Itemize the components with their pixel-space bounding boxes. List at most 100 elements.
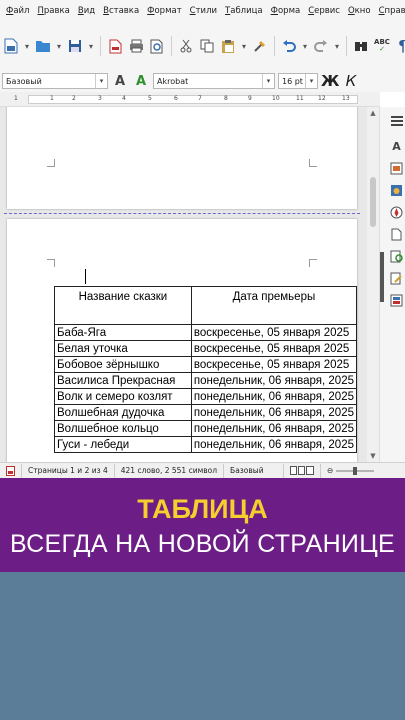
document-canvas[interactable]: Название сказки Дата премьеры Баба-Яга в… <box>0 107 367 462</box>
chevron-down-icon[interactable]: ▾ <box>23 37 31 55</box>
page-icon[interactable] <box>389 227 404 242</box>
gallery-icon[interactable] <box>389 183 404 198</box>
paste-icon[interactable] <box>219 37 237 55</box>
chevron-down-icon[interactable]: ▾ <box>333 37 341 55</box>
save-icon[interactable] <box>66 37 84 55</box>
cut-icon[interactable] <box>177 37 195 55</box>
menu-table[interactable]: Таблица <box>221 6 267 16</box>
properties-icon[interactable]: A <box>389 139 404 154</box>
print-icon[interactable] <box>127 37 145 55</box>
table-cell[interactable]: воскресенье, 05 января 2025 <box>190 340 358 357</box>
zoom-out-icon[interactable]: ⊖ <box>327 466 333 475</box>
menu-help[interactable]: Справка <box>375 6 405 16</box>
copy-icon[interactable] <box>198 37 216 55</box>
scroll-up-icon[interactable]: ▲ <box>367 109 379 117</box>
table-cell[interactable]: понедельник, 06 января, 2025 <box>190 404 358 421</box>
banner-title: ТАБЛИЦА <box>137 494 268 524</box>
navigator-icon[interactable] <box>389 205 404 220</box>
caption-banner: ТАБЛИЦА ВСЕГДА НА НОВОЙ СТРАНИЦЕ <box>0 478 405 572</box>
menu-window[interactable]: Окно <box>344 6 375 16</box>
export-pdf-icon[interactable] <box>106 37 124 55</box>
paragraph-style-select[interactable]: Базовый ▾ <box>2 73 108 89</box>
fairy-tale-table[interactable]: Название сказки Дата премьеры Баба-Яга в… <box>54 286 358 453</box>
find-replace-icon[interactable] <box>352 37 370 55</box>
new-document-icon[interactable] <box>2 37 20 55</box>
ruler-number: 3 <box>98 95 102 102</box>
chevron-down-icon[interactable]: ▾ <box>262 74 274 88</box>
table-row: Василиса Прекрасная понедельник, 06 янва… <box>54 372 358 389</box>
redo-icon[interactable] <box>312 37 330 55</box>
print-preview-icon[interactable] <box>148 37 166 55</box>
page-count-status[interactable]: Страницы 1 и 2 из 4 <box>22 463 115 478</box>
page-style-status[interactable]: Базовый <box>224 463 285 478</box>
page-1[interactable] <box>7 107 357 209</box>
ruler-number: 8 <box>224 95 228 102</box>
font-size-select[interactable]: 16 pt ▾ <box>278 73 318 89</box>
chevron-down-icon[interactable]: ▾ <box>87 37 95 55</box>
new-style-icon[interactable]: A <box>132 72 150 90</box>
horizontal-ruler[interactable]: 1 1 2 3 4 5 6 7 8 9 10 11 12 13 <box>0 92 380 107</box>
ruler-number: 9 <box>248 95 252 102</box>
table-cell[interactable]: Баба-Яга <box>54 324 192 341</box>
menu-insert[interactable]: Вставка <box>99 6 143 16</box>
chevron-down-icon[interactable]: ▾ <box>240 37 248 55</box>
menu-file[interactable]: Файл <box>2 6 34 16</box>
open-folder-icon[interactable] <box>34 37 52 55</box>
view-layout-icons[interactable] <box>284 463 322 478</box>
manage-changes-icon[interactable] <box>389 271 404 286</box>
document-modified-icon[interactable] <box>0 463 22 478</box>
italic-button[interactable]: К <box>342 72 360 90</box>
ruler-number: 11 <box>296 95 304 102</box>
design-icon[interactable] <box>389 293 404 308</box>
vertical-scrollbar[interactable]: ▲ ▼ <box>367 107 379 462</box>
scroll-down-icon[interactable]: ▼ <box>367 452 379 460</box>
table-row: Волшебная дудочка понедельник, 06 января… <box>54 404 358 421</box>
update-style-icon[interactable]: A <box>111 72 129 90</box>
chevron-down-icon[interactable]: ▾ <box>301 37 309 55</box>
font-name-select[interactable]: Akrobat ▾ <box>153 73 275 89</box>
toolbar-separator <box>274 36 275 56</box>
table-cell[interactable]: понедельник, 06 января, 2025 <box>190 388 358 405</box>
menu-edit[interactable]: Правка <box>34 6 74 16</box>
sidebar-menu-icon[interactable] <box>389 113 404 128</box>
table-cell[interactable]: понедельник, 06 января, 2025 <box>190 436 358 453</box>
chevron-down-icon[interactable]: ▾ <box>55 37 63 55</box>
styles-icon[interactable] <box>389 161 404 176</box>
table-cell[interactable]: воскресенье, 05 января 2025 <box>190 356 358 373</box>
table-header-cell[interactable]: Дата премьеры <box>190 286 358 325</box>
ruler-number: 2 <box>72 95 76 102</box>
table-cell[interactable]: Волшебное кольцо <box>54 420 192 437</box>
table-cell[interactable]: воскресенье, 05 января 2025 <box>190 324 358 341</box>
menu-tools[interactable]: Сервис <box>304 6 344 16</box>
menu-view[interactable]: Вид <box>74 6 99 16</box>
table-cell[interactable]: Василиса Прекрасная <box>54 372 192 389</box>
table-cell[interactable]: Волк и семеро козлят <box>54 388 192 405</box>
formatting-marks-icon[interactable]: ¶ <box>394 37 405 55</box>
word-count-status[interactable]: 421 слово, 2 551 символ <box>115 463 225 478</box>
table-cell[interactable]: Бобовое зёрнышко <box>54 356 192 373</box>
table-cell[interactable]: понедельник, 06 января, 2025 <box>190 420 358 437</box>
table-cell[interactable]: Волшебная дудочка <box>54 404 192 421</box>
spellcheck-icon[interactable]: ABC ✓ <box>373 37 391 55</box>
scrollbar-thumb[interactable] <box>370 177 376 227</box>
clone-formatting-icon[interactable] <box>251 37 269 55</box>
page-2[interactable]: Название сказки Дата премьеры Баба-Яга в… <box>7 219 358 462</box>
zoom-slider[interactable]: ⊖ <box>321 464 380 478</box>
bold-button[interactable]: Ж <box>321 72 339 90</box>
style-inspector-icon[interactable] <box>389 249 404 264</box>
menu-form[interactable]: Форма <box>267 6 305 16</box>
undo-icon[interactable] <box>280 37 298 55</box>
menu-styles[interactable]: Стили <box>186 6 221 16</box>
table-cell[interactable]: Гуси - лебеди <box>54 436 192 453</box>
ruler-number: 10 <box>272 95 280 102</box>
chevron-down-icon[interactable]: ▾ <box>95 74 107 88</box>
chevron-down-icon[interactable]: ▾ <box>305 74 317 88</box>
table-cell[interactable]: понедельник, 06 января, 2025 <box>190 372 358 389</box>
menu-format[interactable]: Формат <box>143 6 186 16</box>
table-cell[interactable]: Белая уточка <box>54 340 192 357</box>
toolbar-separator <box>100 36 101 56</box>
table-header-cell[interactable]: Название сказки <box>54 286 192 325</box>
sidebar-deck: A <box>379 107 405 462</box>
sidebar-collapse-handle[interactable] <box>380 252 384 302</box>
menu-bar: Файл Правка Вид Вставка Формат Стили Таб… <box>0 0 405 22</box>
